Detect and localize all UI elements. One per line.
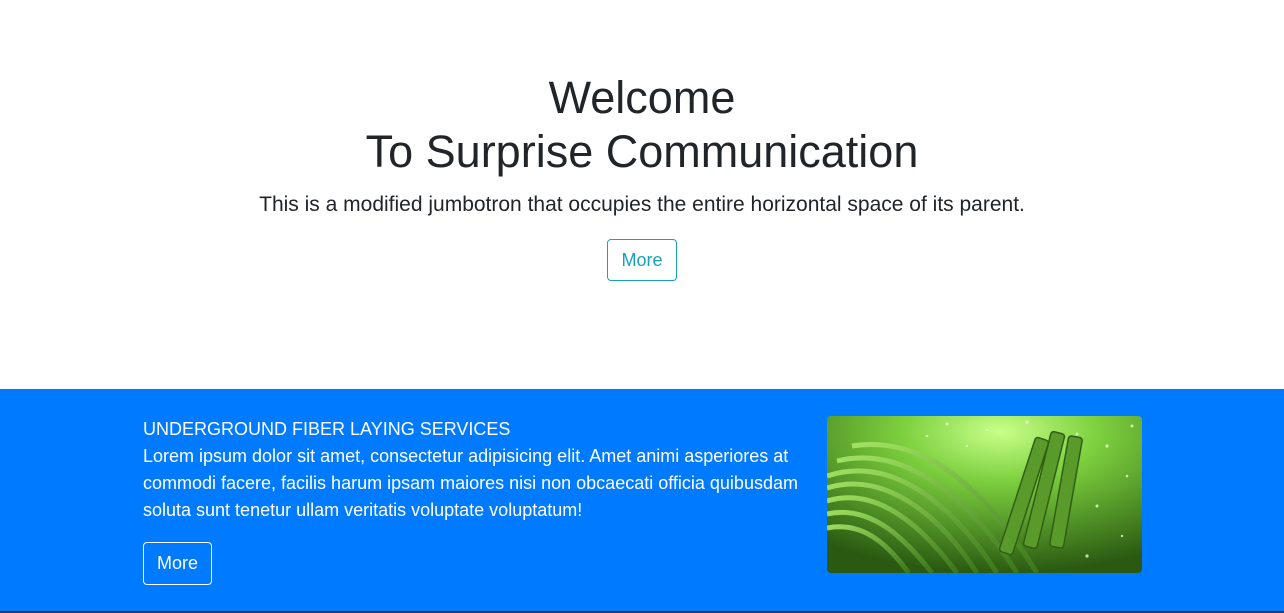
jumbotron-title-line2: To Surprise Communication (365, 126, 919, 177)
jumbotron: Welcome To Surprise Communication This i… (0, 0, 1284, 389)
service-title: UNDERGROUND FIBER LAYING SERVICES (143, 419, 511, 439)
fiber-service-section: UNDERGROUND FIBER LAYING SERVICES Lorem … (0, 389, 1284, 612)
service-more-button[interactable]: More (143, 542, 212, 585)
fiber-optic-cables-image (827, 416, 1142, 573)
jumbotron-lead: This is a modified jumbotron that occupi… (259, 193, 1025, 216)
jumbotron-title: Welcome To Surprise Communication (0, 71, 1284, 179)
service-description: Lorem ipsum dolor sit amet, consectetur … (143, 446, 798, 520)
jumbotron-more-button[interactable]: More (607, 239, 677, 281)
jumbotron-title-line1: Welcome (548, 72, 736, 123)
